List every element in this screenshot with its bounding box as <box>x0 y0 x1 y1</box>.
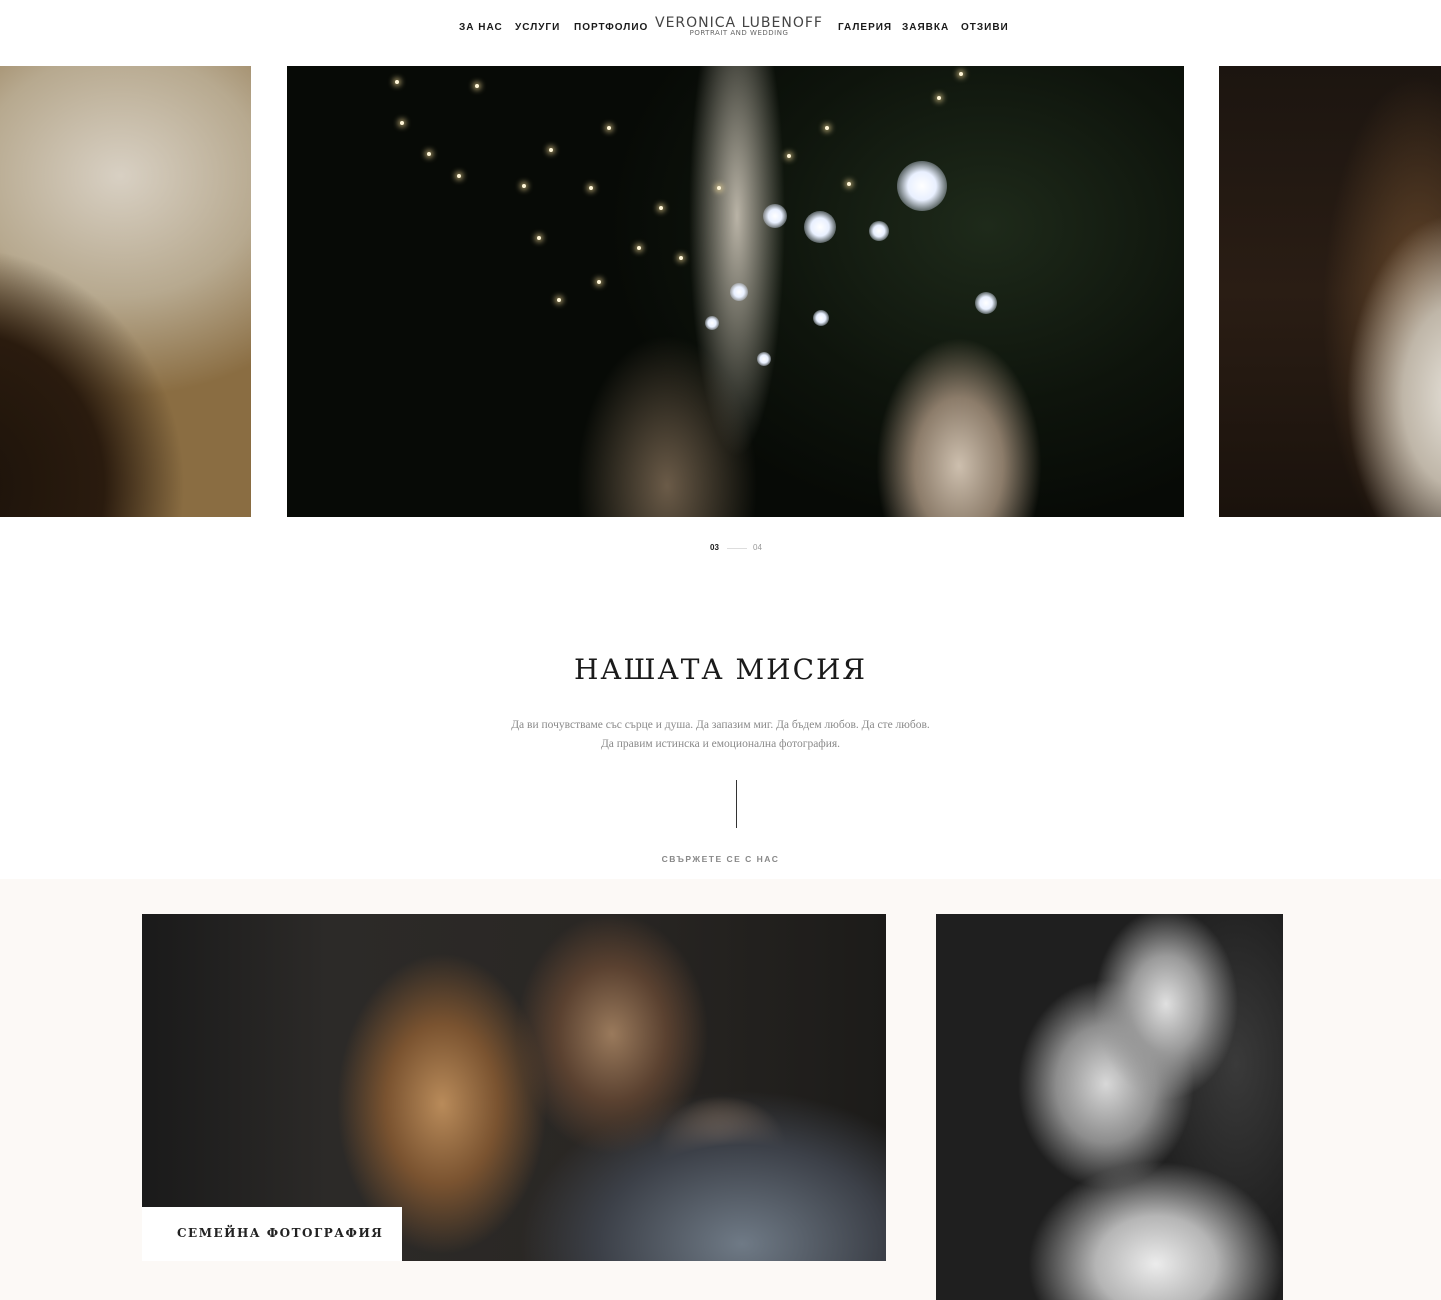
light-bulb <box>869 221 889 241</box>
light-bulb <box>975 292 997 314</box>
fairy-light <box>457 174 461 178</box>
fairy-light <box>549 148 553 152</box>
nav-link-about[interactable]: ЗА НАС <box>459 22 503 33</box>
fairy-light <box>637 246 641 250</box>
site-header: ЗА НАС УСЛУГИ ПОРТФОЛИО VERONICA LUBENOF… <box>0 0 1441 66</box>
fairy-light <box>787 154 791 158</box>
mission-text-line: Да ви почувстваме със сърце и душа. Да з… <box>511 719 930 731</box>
fairy-light <box>400 121 404 125</box>
nav-link-reviews[interactable]: ОТЗИВИ <box>961 22 1009 33</box>
fairy-light <box>937 96 941 100</box>
slide-previous-photo[interactable] <box>0 66 251 517</box>
family-photo[interactable]: СЕМЕЙНА ФОТОГРАФИЯ <box>142 914 886 1261</box>
mission-divider-line <box>736 780 737 828</box>
nav-link-gallery[interactable]: ГАЛЕРИЯ <box>838 22 892 33</box>
light-bulb <box>813 310 829 326</box>
fairy-light <box>589 186 593 190</box>
fairy-light <box>717 186 721 190</box>
nav-link-services[interactable]: УСЛУГИ <box>515 22 560 33</box>
fairy-light <box>847 182 851 186</box>
fairy-light <box>659 206 663 210</box>
light-bulb <box>757 352 771 366</box>
pager-next[interactable]: 04 <box>753 543 762 552</box>
family-photo-caption[interactable]: СЕМЕЙНА ФОТОГРАФИЯ <box>142 1207 402 1261</box>
mission-text-line: Да правим истинска и емоционална фотогра… <box>600 738 841 750</box>
slide-next-photo[interactable] <box>1219 66 1441 517</box>
light-bulb <box>730 283 748 301</box>
fairy-light <box>597 280 601 284</box>
site-logo[interactable]: VERONICA LUBENOFF PORTRAIT AND WEDDING <box>640 16 838 38</box>
light-bulb <box>804 211 836 243</box>
mission-title: НАШАТА МИСИЯ <box>573 653 868 686</box>
contact-us-link[interactable]: СВЪРЖЕТЕ СЕ С НАС <box>0 854 1441 864</box>
light-bulb <box>763 204 787 228</box>
fairy-light <box>522 184 526 188</box>
slider-pager: 03 04 <box>0 542 1441 554</box>
slide-current-photo[interactable] <box>287 66 1184 517</box>
light-bulb <box>897 161 947 211</box>
fairy-light <box>959 72 963 76</box>
fairy-light <box>607 126 611 130</box>
fairy-light <box>679 256 683 260</box>
fairy-light <box>537 236 541 240</box>
pager-current[interactable]: 03 <box>710 543 719 552</box>
pager-divider <box>727 548 747 549</box>
mission-text: Да ви почувстваме със сърце и душа. Да з… <box>0 716 1441 754</box>
fairy-light <box>825 126 829 130</box>
family-photo-label: СЕМЕЙНА ФОТОГРАФИЯ <box>177 1226 384 1240</box>
services-gallery: СЕМЕЙНА ФОТОГРАФИЯ <box>0 879 1441 1300</box>
nav-link-portfolio[interactable]: ПОРТФОЛИО <box>574 22 648 33</box>
fairy-light <box>395 80 399 84</box>
wedding-photo[interactable] <box>936 914 1283 1300</box>
fairy-light <box>427 152 431 156</box>
fairy-light <box>475 84 479 88</box>
light-bulb <box>705 316 719 330</box>
fairy-light <box>557 298 561 302</box>
nav-link-request[interactable]: ЗАЯВКА <box>902 22 949 33</box>
